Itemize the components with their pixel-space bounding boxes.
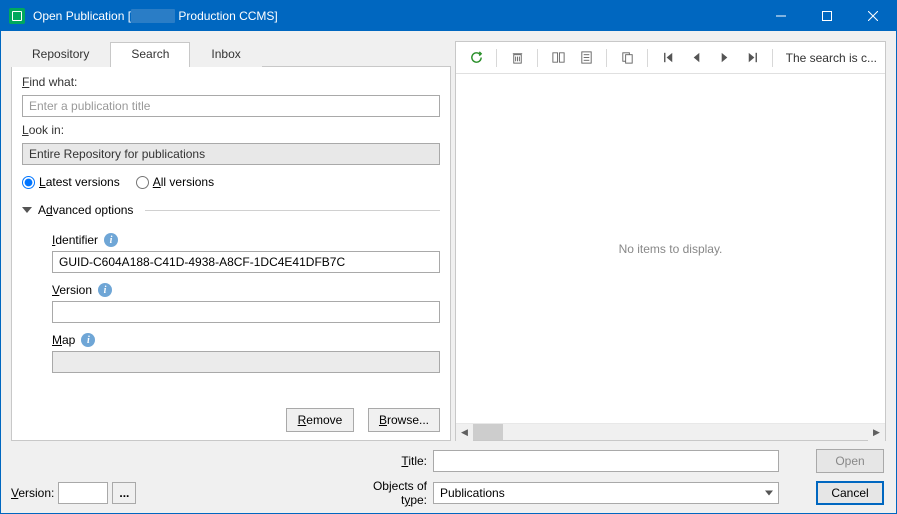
latest-versions-label: Latest versions — [39, 175, 120, 189]
results-panel: The search is c... No items to display. … — [455, 41, 886, 441]
find-what-input[interactable] — [22, 95, 440, 117]
remove-button[interactable]: Remove — [286, 408, 354, 432]
search-tab-pane: Find what: Look in: Entire Repository fo… — [11, 67, 451, 441]
titlebar: Open Publication [ Production CCMS] — [1, 1, 896, 31]
advanced-options-label: Advanced options — [38, 203, 133, 217]
copy-icon[interactable] — [615, 46, 639, 70]
dialog-window: Open Publication [ Production CCMS] Repo… — [0, 0, 897, 514]
version-input[interactable] — [52, 301, 440, 323]
all-versions-radio[interactable]: All versions — [136, 175, 214, 189]
identifier-input[interactable] — [52, 251, 440, 273]
horizontal-scrollbar[interactable]: ◀ ▶ — [456, 423, 885, 440]
window-buttons — [758, 1, 896, 31]
latest-versions-radio[interactable]: Latest versions — [22, 175, 120, 189]
scroll-left-icon[interactable]: ◀ — [456, 424, 473, 441]
browse-button[interactable]: Browse... — [368, 408, 440, 432]
info-icon[interactable]: i — [104, 233, 118, 247]
title-suffix: Production CCMS] — [175, 9, 278, 23]
latest-versions-radio-input[interactable] — [22, 176, 35, 189]
scroll-right-icon[interactable]: ▶ — [868, 424, 885, 441]
objects-of-type-label: Objects of type: — [357, 479, 427, 507]
title-input[interactable] — [433, 450, 779, 472]
version-label: Version — [52, 283, 92, 297]
results-toolbar: The search is c... — [456, 42, 885, 74]
version-browse-button[interactable]: ... — [112, 482, 136, 504]
book-open-icon[interactable] — [546, 46, 570, 70]
advanced-button-row: Remove Browse... — [22, 398, 440, 432]
all-versions-radio-input[interactable] — [136, 176, 149, 189]
cancel-button[interactable]: Cancel — [816, 481, 884, 505]
window-title: Open Publication [ Production CCMS] — [33, 9, 758, 24]
results-list: No items to display. — [456, 74, 885, 423]
objects-of-type-select-wrap: Publications — [433, 482, 779, 504]
scroll-track[interactable] — [473, 424, 868, 440]
search-status-text: The search is c... — [786, 51, 877, 65]
info-icon[interactable]: i — [81, 333, 95, 347]
toolbar-separator — [537, 49, 538, 67]
toolbar-separator — [606, 49, 607, 67]
version-footer-input[interactable] — [58, 482, 108, 504]
dialog-content: Repository Search Inbox Find what: Look … — [1, 31, 896, 513]
prev-icon[interactable] — [684, 46, 708, 70]
version-radio-group: Latest versions All versions — [22, 171, 440, 193]
title-label: Title: — [357, 454, 427, 468]
open-button[interactable]: Open — [816, 449, 884, 473]
advanced-options-body: Identifier i Version i Map i — [22, 227, 440, 373]
scroll-thumb[interactable] — [473, 424, 503, 440]
app-icon — [9, 8, 25, 24]
version-label-row: Version i — [52, 283, 440, 297]
left-panel: Repository Search Inbox Find what: Look … — [11, 41, 451, 441]
look-in-label: Look in: — [22, 123, 440, 137]
tab-repository[interactable]: Repository — [11, 42, 110, 67]
divider — [145, 210, 440, 211]
version-footer-label: Version: — [11, 486, 54, 500]
advanced-options-toggle[interactable]: Advanced options — [22, 199, 440, 221]
document-icon[interactable] — [574, 46, 598, 70]
footer-row-2: Version: ... Objects of type: Publicatio… — [11, 479, 886, 507]
first-icon[interactable] — [656, 46, 680, 70]
tab-inbox[interactable]: Inbox — [190, 42, 261, 67]
map-input[interactable] — [52, 351, 440, 373]
maximize-button[interactable] — [804, 1, 850, 31]
map-label-row: Map i — [52, 333, 440, 347]
footer-row-1: Title: Open — [11, 449, 886, 473]
refresh-icon[interactable] — [464, 46, 488, 70]
caret-down-icon — [22, 207, 32, 213]
map-label: Map — [52, 333, 75, 347]
identifier-label: Identifier — [52, 233, 98, 247]
title-redacted — [131, 9, 175, 23]
delete-icon[interactable] — [505, 46, 529, 70]
look-in-field[interactable]: Entire Repository for publications — [22, 143, 440, 165]
footer: Title: Open Version: ... Objects of type… — [11, 449, 886, 507]
toolbar-separator — [496, 49, 497, 67]
find-what-label: Find what: — [22, 75, 440, 89]
tab-bar: Repository Search Inbox — [11, 41, 451, 67]
title-prefix: Open Publication [ — [33, 9, 131, 23]
objects-of-type-select[interactable]: Publications — [433, 482, 779, 504]
close-button[interactable] — [850, 1, 896, 31]
version-footer: Version: ... — [11, 482, 351, 504]
next-icon[interactable] — [712, 46, 736, 70]
all-versions-label: All versions — [153, 175, 214, 189]
minimize-button[interactable] — [758, 1, 804, 31]
upper-area: Repository Search Inbox Find what: Look … — [11, 41, 886, 441]
toolbar-separator — [647, 49, 648, 67]
toolbar-separator — [772, 49, 773, 67]
tab-search[interactable]: Search — [110, 42, 190, 67]
info-icon[interactable]: i — [98, 283, 112, 297]
no-items-text: No items to display. — [619, 242, 723, 256]
last-icon[interactable] — [740, 46, 764, 70]
identifier-label-row: Identifier i — [52, 233, 440, 247]
